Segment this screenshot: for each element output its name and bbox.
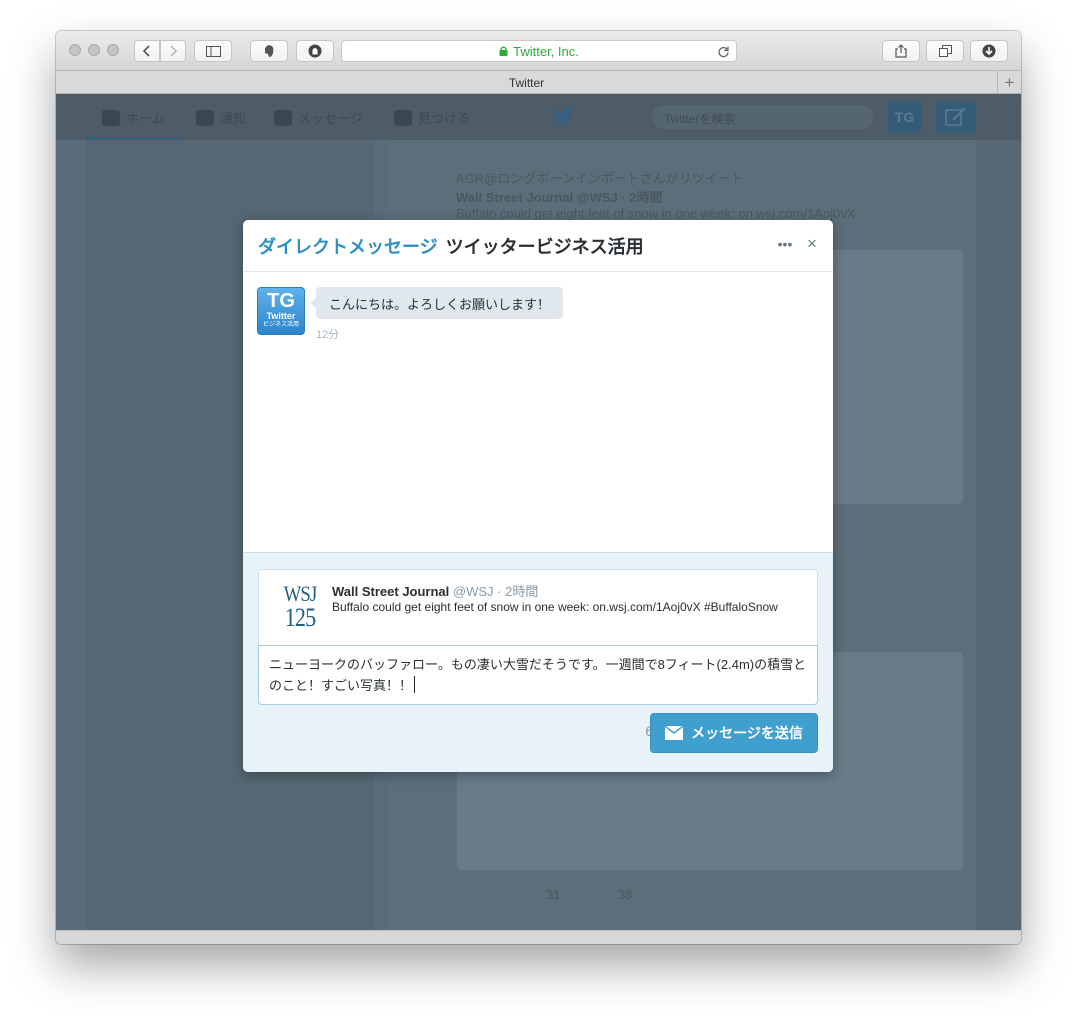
background-tweet-text: Buffalo could get eight feet of snow in … [456, 206, 856, 221]
more-icon: ••• [777, 236, 793, 252]
tab-twitter[interactable]: Twitter [56, 71, 997, 94]
dm-dialog: ダイレクトメッセージ ツイッタービジネス活用 ••• × TG Twitter ビ… [243, 220, 833, 772]
more-options-button[interactable]: ••• [775, 234, 795, 254]
compose-icon [945, 107, 966, 126]
send-message-button[interactable]: メッセージを送信 [650, 713, 818, 753]
quoted-tweet[interactable]: WSJ 125 Wall Street Journal @WSJ · 2時間 B… [258, 569, 818, 645]
background-retweet-count: 31 [546, 887, 561, 902]
conversation-thread[interactable]: TG Twitter ビジネス活用 こんにちは。よろしくお願いします！ 12分 [243, 272, 833, 552]
twitter-nav-bar: ホーム 通知 メッセージ 見つける Twitterを検索 TG [56, 94, 1021, 140]
message-input-value: ニューヨークのバッファロー。もの凄い大雪だそうです。一週間で8フィート(2.4m… [269, 657, 807, 693]
new-tab-button[interactable]: + [997, 71, 1021, 94]
send-button-label: メッセージを送信 [691, 725, 803, 741]
lock-icon [499, 46, 508, 56]
message-input[interactable]: ニューヨークのバッファロー。もの凄い大雪だそうです。一週間で8フィート(2.4m… [258, 645, 818, 705]
back-button[interactable] [134, 40, 160, 62]
share-icon [895, 44, 907, 58]
dm-dialog-title: ダイレクトメッセージ ツイッタービジネス活用 [258, 233, 644, 259]
ghostery-extension-button[interactable] [296, 40, 334, 62]
close-window-button[interactable] [69, 44, 81, 56]
message-bubble: こんにちは。よろしくお願いします！ [309, 287, 564, 319]
chevron-right-icon [170, 45, 178, 57]
background-retweet-line: AGR@ロングボーンインポートさんがリツイート [456, 171, 744, 186]
wsj-logo-line1: WSJ [283, 581, 318, 606]
zoom-window-button[interactable] [107, 44, 119, 56]
downloads-button[interactable] [970, 40, 1008, 62]
text-caret [414, 676, 416, 693]
avatar-logo-subtext: Twitter [266, 311, 296, 321]
avatar-logo-text: TG [267, 290, 295, 312]
nav-messages: メッセージ [274, 108, 363, 127]
avatar-logo-caption: ビジネス活用 [262, 322, 299, 328]
nav-notifications: 通知 [196, 108, 246, 127]
background-search: Twitterを検索 [652, 105, 874, 129]
twitter-bird-icon [552, 107, 573, 125]
sender-avatar[interactable]: TG Twitter ビジネス活用 [257, 287, 305, 335]
quoted-author-name: Wall Street Journal [332, 584, 450, 599]
address-bar[interactable]: Twitter, Inc. [341, 40, 737, 62]
share-button[interactable] [882, 40, 920, 62]
chevron-left-icon [142, 45, 150, 57]
minimize-window-button[interactable] [88, 44, 100, 56]
quoted-tweet-text: Buffalo could get eight feet of snow in … [332, 600, 778, 614]
tabs-icon [938, 45, 952, 57]
close-icon: × [807, 234, 817, 253]
sidebar-icon [205, 45, 221, 57]
bell-icon [196, 109, 214, 126]
envelope-icon [274, 109, 292, 126]
tab-bar: Twitter + [56, 71, 1021, 94]
download-icon [982, 44, 996, 58]
close-dialog-button[interactable]: × [802, 234, 822, 254]
background-favorite-count: 38 [618, 887, 633, 902]
sidebar-button[interactable] [194, 40, 232, 62]
ghost-icon [308, 44, 322, 58]
compose-area: WSJ 125 Wall Street Journal @WSJ · 2時間 B… [243, 552, 833, 772]
browser-toolbar: Twitter, Inc. [56, 31, 1021, 71]
url-text: Twitter, Inc. [513, 43, 579, 59]
dm-recipient-name: ツイッタービジネス活用 [445, 237, 644, 257]
message-timestamp: 12分 [316, 329, 340, 341]
wsj-logo-line2: 125 [284, 603, 316, 632]
evernote-icon [265, 44, 274, 57]
show-tabs-button[interactable] [926, 40, 964, 62]
wsj-logo: WSJ 125 [278, 583, 322, 631]
forward-button[interactable] [160, 40, 186, 62]
evernote-extension-button[interactable] [250, 40, 288, 62]
dm-title-prefix: ダイレクトメッセージ [258, 237, 438, 257]
quoted-tweet-header: Wall Street Journal @WSJ · 2時間 [332, 581, 538, 600]
background-avatar: TG [888, 101, 921, 133]
home-icon [102, 109, 120, 126]
status-bar [56, 930, 1021, 944]
hashtag-icon [394, 109, 412, 126]
background-compose-button [936, 101, 976, 133]
reload-icon[interactable] [717, 45, 730, 58]
dm-dialog-header: ダイレクトメッセージ ツイッタービジネス活用 ••• × [243, 220, 833, 272]
background-tweet-head: Wall Street Journal @WSJ · 2時間 [456, 190, 663, 205]
nav-discover: 見つける [394, 108, 470, 127]
nav-home: ホーム [102, 108, 165, 127]
quoted-author-meta: @WSJ · 2時間 [452, 584, 539, 599]
background-right-column [976, 140, 1021, 930]
envelope-icon [665, 726, 684, 740]
